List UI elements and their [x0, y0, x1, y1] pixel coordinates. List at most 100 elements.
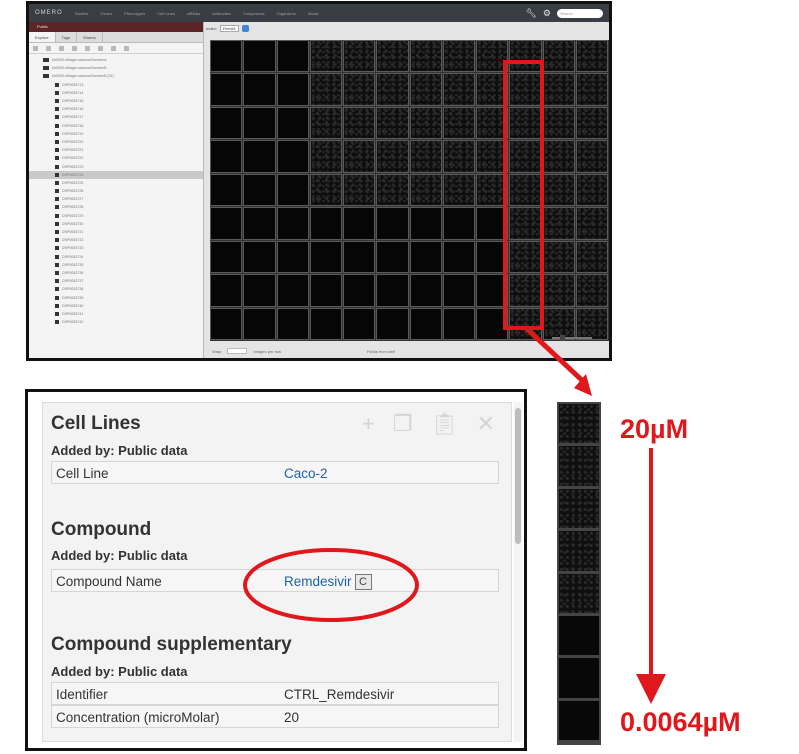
- plate-well[interactable]: [542, 40, 575, 73]
- plate-well[interactable]: [376, 40, 409, 73]
- plate-well[interactable]: [409, 40, 442, 73]
- gear-icon[interactable]: ⚙: [543, 8, 551, 18]
- plate-well[interactable]: [309, 173, 342, 207]
- plate-well[interactable]: [542, 274, 575, 307]
- tree-plate-node[interactable]: DSP0053721: [29, 146, 203, 154]
- scrollbar-thumb[interactable]: [515, 408, 521, 544]
- folder-icon[interactable]: [33, 45, 38, 51]
- tree-plate-node[interactable]: DSP0053728: [29, 203, 203, 211]
- nav-item[interactable]: siRNAs: [187, 11, 200, 16]
- plate-well[interactable]: [243, 240, 276, 274]
- tree-screen-node[interactable]: idr0094-ellinger-sarscov2/screenB [31]: [29, 72, 203, 80]
- plate-well[interactable]: [343, 307, 376, 340]
- plate-well[interactable]: [442, 173, 475, 207]
- plate-well[interactable]: [309, 207, 342, 240]
- plate-well[interactable]: [575, 274, 608, 307]
- nav-item[interactable]: About: [308, 11, 318, 16]
- plate-well[interactable]: [210, 173, 243, 207]
- tree-plate-node[interactable]: DSP0053742: [29, 318, 203, 326]
- plate-well[interactable]: [343, 207, 376, 240]
- plus-icon[interactable]: +: [362, 411, 375, 437]
- plate-well[interactable]: [575, 207, 608, 240]
- tree-plate-node[interactable]: DSP0053731: [29, 228, 203, 236]
- tree-plate-node[interactable]: DSP0053725: [29, 179, 203, 187]
- plate-well[interactable]: [343, 240, 376, 274]
- tree-plate-node[interactable]: DSP0053730: [29, 220, 203, 228]
- link-icon[interactable]: [72, 45, 77, 51]
- plate-well[interactable]: [243, 40, 276, 73]
- plate-well[interactable]: [276, 207, 309, 240]
- tree-plate-node[interactable]: DSP0053720: [29, 138, 203, 146]
- nav-item[interactable]: Genes: [100, 11, 112, 16]
- plate-well[interactable]: [442, 307, 475, 340]
- tree-plate-node[interactable]: DSP0053717: [29, 113, 203, 121]
- plate-well[interactable]: [276, 307, 309, 340]
- plate-well[interactable]: [376, 106, 409, 140]
- plate-well[interactable]: [442, 73, 475, 106]
- plate-well[interactable]: [210, 240, 243, 274]
- plate-well[interactable]: [376, 307, 409, 340]
- plate-well[interactable]: [575, 173, 608, 207]
- tree-plate-node[interactable]: DSP0053715: [29, 97, 203, 105]
- nav-item[interactable]: Antibodies: [212, 11, 231, 16]
- plate-well[interactable]: [343, 140, 376, 173]
- plate-well[interactable]: [309, 40, 342, 73]
- plate-well[interactable]: [243, 140, 276, 173]
- wrench-icon[interactable]: 🔧︎: [525, 8, 536, 18]
- project-header[interactable]: Public: [29, 22, 203, 32]
- plate-well[interactable]: [442, 140, 475, 173]
- plate-well[interactable]: [575, 73, 608, 106]
- tree-screen-node[interactable]: idr0094-ellinger-sarscov2/screenB: [29, 64, 203, 72]
- tree-plate-node[interactable]: DSP0053727: [29, 195, 203, 203]
- plate-well[interactable]: [575, 240, 608, 274]
- plate-well[interactable]: [542, 140, 575, 173]
- plate-well[interactable]: [243, 307, 276, 340]
- plate-well[interactable]: [309, 274, 342, 307]
- tree-plate-node[interactable]: DSP0053713: [29, 81, 203, 89]
- nav-item[interactable]: Compounds: [243, 11, 265, 16]
- tree-plate-node[interactable]: DSP0053738: [29, 285, 203, 293]
- plate-well[interactable]: [276, 240, 309, 274]
- plate-well[interactable]: [210, 207, 243, 240]
- tree-plate-node[interactable]: DSP0053719: [29, 130, 203, 138]
- plate-well[interactable]: [409, 207, 442, 240]
- plate-well[interactable]: [542, 73, 575, 106]
- copy-icon[interactable]: [85, 45, 90, 51]
- nav-item[interactable]: Organisms: [276, 11, 295, 16]
- tree-plate-node[interactable]: DSP0053716: [29, 105, 203, 113]
- images-per-row-input[interactable]: [227, 348, 248, 354]
- info-icon[interactable]: [242, 24, 250, 32]
- tree-plate-node[interactable]: DSP0053741: [29, 310, 203, 318]
- paste-icon[interactable]: 📋︎: [431, 411, 459, 437]
- plate-well[interactable]: [343, 106, 376, 140]
- tree-plate-node[interactable]: DSP0053733: [29, 244, 203, 252]
- folder-icon[interactable]: [59, 45, 64, 51]
- plate-well[interactable]: [276, 173, 309, 207]
- tree-plate-node[interactable]: DSP0053726: [29, 187, 203, 195]
- plate-well[interactable]: [210, 307, 243, 340]
- tree-plate-node[interactable]: DSP0053724: [29, 170, 203, 179]
- tree-plate-node[interactable]: DSP0053735: [29, 261, 203, 269]
- plate-well[interactable]: [442, 274, 475, 307]
- folder-icon[interactable]: [46, 45, 51, 51]
- copy-icon[interactable]: ❐: [393, 411, 413, 437]
- plate-well[interactable]: [542, 207, 575, 240]
- plate-well[interactable]: [309, 240, 342, 274]
- plate-well[interactable]: [343, 40, 376, 73]
- plate-well[interactable]: [575, 140, 608, 173]
- plate-well[interactable]: [442, 240, 475, 274]
- tree-plate-node[interactable]: DSP0053718: [29, 122, 203, 130]
- plate-well[interactable]: [409, 274, 442, 307]
- plate-well[interactable]: [309, 307, 342, 340]
- plate-well[interactable]: [276, 106, 309, 140]
- plate-well[interactable]: [409, 173, 442, 207]
- cell-line-link[interactable]: Caco-2: [284, 466, 328, 481]
- plate-well[interactable]: [276, 274, 309, 307]
- plate-well[interactable]: [376, 73, 409, 106]
- plate-well[interactable]: [409, 240, 442, 274]
- tree-plate-node[interactable]: DSP0053734: [29, 253, 203, 261]
- plate-well[interactable]: [542, 240, 575, 274]
- plate-well[interactable]: [376, 173, 409, 207]
- tree-plate-node[interactable]: DSP0053740: [29, 302, 203, 310]
- tree-plate-node[interactable]: DSP0053736: [29, 269, 203, 277]
